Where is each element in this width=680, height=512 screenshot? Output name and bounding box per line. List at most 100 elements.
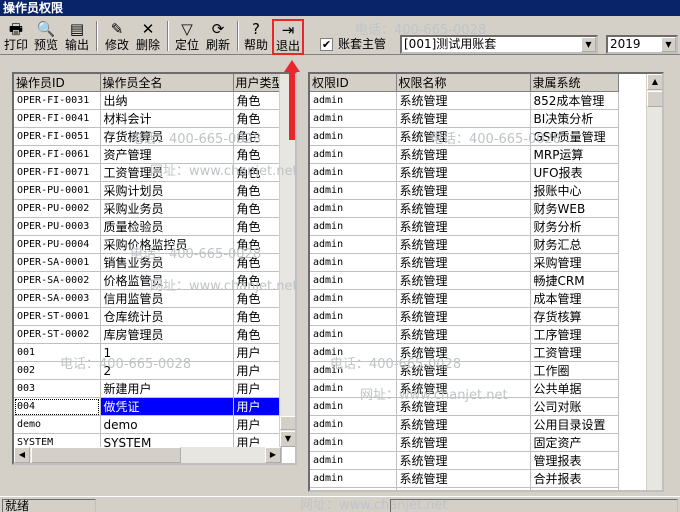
permission-id-cell[interactable]: admin [310,181,397,200]
system-cell[interactable]: UFO报表 [530,163,619,182]
table-row[interactable]: OPER-ST-0001 仓库统计员 角色 [14,307,282,326]
operator-id-cell[interactable]: 002 [14,361,101,380]
scroll-down-icon[interactable]: ▼ [280,431,295,447]
user-type-cell[interactable]: 角色 [233,145,282,164]
user-type-cell[interactable]: 角色 [233,325,282,344]
system-cell[interactable]: 852成本管理 [530,91,619,110]
user-type-cell[interactable]: 角色 [233,253,282,272]
permission-id-cell[interactable]: admin [310,289,397,308]
permission-id-cell[interactable]: admin [310,433,397,452]
permissions-grid[interactable]: 权限ID 权限名称 隶属系统 admin 系统管理 852成本管理 admin 系统管理… [308,72,664,492]
operator-name-cell[interactable]: 销售业务员 [100,253,234,272]
help-button[interactable]: ? 帮助 [242,20,270,54]
operator-name-cell[interactable]: 采购业务员 [100,199,234,218]
permission-id-cell[interactable]: admin [310,361,397,380]
system-cell[interactable]: 财务WEB [530,199,619,218]
operator-name-cell[interactable]: 出纳 [100,91,234,110]
user-type-cell[interactable]: 角色 [233,289,282,308]
operator-id-cell[interactable]: OPER-PU-0001 [14,181,101,200]
operator-name-cell[interactable]: 1 [100,343,234,362]
table-row[interactable]: OPER-PU-0003 质量检验员 角色 [14,217,282,236]
table-row[interactable]: OPER-FI-0031 出纳 角色 [14,91,282,110]
table-row[interactable]: OPER-PU-0001 采购计划员 角色 [14,181,282,200]
permission-id-cell[interactable]: admin [310,487,397,490]
operator-id-cell[interactable]: OPER-FI-0031 [14,91,101,110]
permission-id-cell[interactable]: admin [310,469,397,488]
permission-name-cell[interactable]: 系统管理 [396,91,531,110]
table-row[interactable]: admin 系统管理 BI决策分析 [310,109,619,128]
system-cell[interactable]: 固定资产 [530,433,619,452]
permission-name-cell[interactable]: 系统管理 [396,145,531,164]
operator-name-cell[interactable]: 采购计划员 [100,181,234,200]
table-row[interactable]: admin 系统管理 工资管理 [310,343,619,362]
system-cell[interactable]: BI决策分析 [530,109,619,128]
column-header-permission-name[interactable]: 权限名称 [396,74,531,92]
supervisor-checkbox[interactable]: ✔ [320,38,333,51]
operator-name-cell[interactable]: 材料会计 [100,109,234,128]
operator-id-cell[interactable]: OPER-PU-0003 [14,217,101,236]
operator-id-cell[interactable]: OPER-PU-0004 [14,235,101,254]
user-type-cell[interactable]: 角色 [233,199,282,218]
permission-name-cell[interactable]: 系统管理 [396,415,531,434]
operator-name-cell[interactable]: 价格监管员 [100,271,234,290]
table-row[interactable]: OPER-SA-0003 信用监管员 角色 [14,289,282,308]
preview-button[interactable]: 🔍 预览 [32,20,60,54]
table-row[interactable]: 004 做凭证 用户 [14,397,282,416]
operator-name-cell[interactable]: demo [100,415,234,434]
operator-name-cell[interactable]: 资产管理 [100,145,234,164]
table-row[interactable]: admin 系统管理 采购管理 [310,253,619,272]
permission-name-cell[interactable]: 系统管理 [396,469,531,488]
scroll-left-icon[interactable]: ◀ [14,447,30,463]
user-type-cell[interactable]: 角色 [233,307,282,326]
operator-id-cell[interactable]: OPER-FI-0061 [14,145,101,164]
permission-name-cell[interactable]: 系统管理 [396,307,531,326]
system-cell[interactable]: 公共单据 [530,379,619,398]
system-cell[interactable]: 存货核算 [530,307,619,326]
column-header-permission-id[interactable]: 权限ID [310,74,397,92]
user-type-cell[interactable]: 用户 [233,397,282,416]
account-set-select[interactable]: [001]测试用账套 ▼ [400,35,598,54]
operator-name-cell[interactable]: 库房管理员 [100,325,234,344]
system-cell[interactable]: 管理报表 [530,451,619,470]
operator-id-cell[interactable]: OPER-FI-0051 [14,127,101,146]
operator-name-cell[interactable]: 信用监管员 [100,289,234,308]
table-row[interactable]: admin 系统管理 财务WEB [310,199,619,218]
operator-id-cell[interactable]: OPER-FI-0041 [14,109,101,128]
operator-name-cell[interactable]: 采购价格监控员 [100,235,234,254]
operator-id-cell[interactable]: OPER-SA-0001 [14,253,101,272]
permission-id-cell[interactable]: admin [310,253,397,272]
user-type-cell[interactable]: 用户 [233,361,282,380]
table-row[interactable]: admin 系统管理 公用目录设置 [310,415,619,434]
table-row[interactable]: OPER-PU-0002 采购业务员 角色 [14,199,282,218]
user-type-cell[interactable]: 角色 [233,127,282,146]
permission-id-cell[interactable]: admin [310,145,397,164]
scroll-up-icon[interactable]: ▲ [647,74,662,90]
year-select[interactable]: 2019 ▼ [606,35,678,54]
table-row[interactable]: admin系统管理合同管理 [310,487,619,490]
permissions-vscrollbar[interactable]: ▲ [646,74,662,490]
table-row[interactable]: admin 系统管理 报账中心 [310,181,619,200]
permission-name-cell[interactable]: 系统管理 [396,271,531,290]
locate-button[interactable]: ▽ 定位 [173,20,201,54]
permission-name-cell[interactable]: 系统管理 [396,397,531,416]
system-cell[interactable]: 报账中心 [530,181,619,200]
permission-id-cell[interactable]: admin [310,397,397,416]
operator-id-cell[interactable]: OPER-PU-0002 [14,199,101,218]
operator-id-cell[interactable]: 004 [14,397,101,416]
system-cell[interactable]: 工序管理 [530,325,619,344]
table-row[interactable]: admin 系统管理 工作圈 [310,361,619,380]
operator-name-cell[interactable]: 新建用户 [100,379,234,398]
permission-id-cell[interactable]: admin [310,235,397,254]
print-button[interactable]: 🖶 打印 [2,20,30,54]
scroll-thumb[interactable] [31,447,181,463]
permission-name-cell[interactable]: 系统管理 [396,127,531,146]
system-cell[interactable]: 成本管理 [530,289,619,308]
column-header-operator-name[interactable]: 操作员全名 [100,74,234,92]
user-type-cell[interactable]: 用户 [233,343,282,362]
operator-id-cell[interactable]: OPER-SA-0002 [14,271,101,290]
system-cell[interactable]: 采购管理 [530,253,619,272]
table-row[interactable]: OPER-FI-0051 存货核算员 角色 [14,127,282,146]
permission-id-cell[interactable]: admin [310,271,397,290]
operator-name-cell[interactable]: 2 [100,361,234,380]
user-type-cell[interactable]: 角色 [233,271,282,290]
